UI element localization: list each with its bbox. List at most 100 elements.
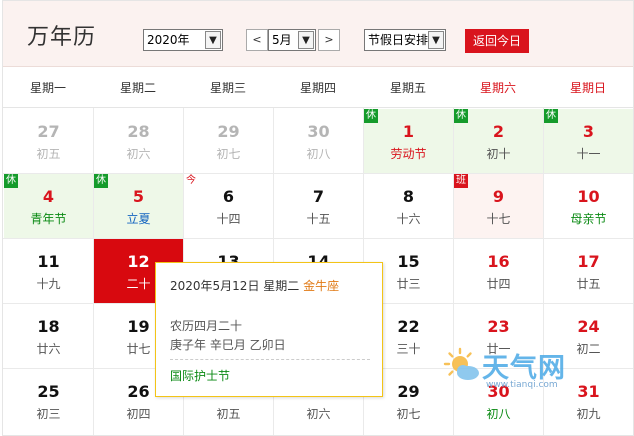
calendar-day[interactable]: 休 5 立夏 (94, 174, 183, 238)
rest-badge: 休 (544, 109, 558, 123)
lunar-or-festival-label: 初四 (126, 407, 151, 421)
lunar-or-festival-label: 青年节 (30, 212, 67, 226)
grid-divider (3, 238, 633, 239)
day-number: 6 (222, 187, 235, 206)
calendar-day[interactable]: 10 母亲节 (544, 174, 633, 238)
chevron-down-icon: ▼ (205, 31, 221, 49)
day-number: 30 (307, 122, 330, 141)
calendar-day[interactable]: 16 廿四 (454, 239, 543, 303)
calendar-day[interactable]: 7 十五 (274, 174, 363, 238)
weekday-label: 星期四 (299, 81, 336, 95)
lunar-or-festival-label: 初三 (36, 407, 61, 421)
lunar-or-festival-label: 初七 (396, 407, 421, 421)
calendar-day[interactable]: 17 廿五 (544, 239, 633, 303)
weekday-label: 星期一 (29, 81, 66, 95)
lunar-or-festival-label: 初九 (576, 407, 601, 421)
day-number: 8 (402, 187, 415, 206)
calendar-day[interactable]: 29 初七 (184, 109, 273, 173)
return-today-button[interactable]: 返回今日 (465, 29, 529, 53)
lunar-or-festival-label: 十一 (576, 147, 601, 161)
month-select-value: 5月 (272, 33, 292, 47)
lunar-or-festival-label: 劳动节 (390, 147, 427, 161)
tooltip-divider (170, 359, 370, 360)
calendar-day[interactable]: 28 初六 (94, 109, 183, 173)
calendar-day[interactable]: 班 9 十七 (454, 174, 543, 238)
day-number: 17 (577, 252, 600, 271)
rest-badge: 休 (454, 109, 468, 123)
day-number: 23 (487, 317, 510, 336)
lunar-or-festival-label: 初六 (126, 147, 151, 161)
chevron-down-icon: ▼ (298, 31, 314, 49)
weekday-label: 星期三 (209, 81, 246, 95)
calendar-day[interactable]: 今 6 十四 (184, 174, 273, 238)
day-number: 3 (582, 122, 595, 141)
lunar-or-festival-label: 初五 (36, 147, 61, 161)
year-select-value: 2020年 (147, 33, 190, 47)
calendar-day[interactable]: 18 廿六 (4, 304, 93, 368)
day-number: 2 (492, 122, 505, 141)
sun-cloud-icon (443, 347, 479, 380)
weekday-header: 星期一 星期二 星期三 星期四 星期五 星期六 星期日 (3, 68, 633, 108)
day-number: 4 (42, 187, 55, 206)
day-number: 5 (132, 187, 145, 206)
day-number: 27 (37, 122, 60, 141)
calendar-day[interactable]: 休 2 初十 (454, 109, 543, 173)
calendar-day[interactable]: 8 十六 (364, 174, 453, 238)
day-number: 24 (577, 317, 600, 336)
holiday-select-value: 节假日安排 (368, 33, 429, 47)
day-number: 10 (577, 187, 600, 206)
lunar-or-festival-label: 立夏 (126, 212, 151, 226)
lunar-or-festival-label: 十九 (36, 277, 61, 291)
lunar-or-festival-label: 初五 (216, 407, 241, 421)
tooltip-date: 2020年5月12日 星期二 (170, 279, 300, 293)
rest-badge: 休 (4, 174, 18, 188)
watermark-url: www.tianqi.com (486, 380, 558, 390)
lunar-or-festival-label: 廿五 (576, 277, 601, 291)
lunar-or-festival-label: 初八 (486, 407, 511, 421)
date-tooltip: 2020年5月12日 星期二 金牛座 农历四月二十 庚子年 辛巳月 乙卯日 国际… (155, 262, 383, 397)
tooltip-zodiac: 金牛座 (303, 279, 340, 293)
lunar-or-festival-label: 初八 (306, 147, 331, 161)
day-number: 16 (487, 252, 510, 271)
prev-month-button[interactable]: < (246, 29, 268, 51)
lunar-or-festival-label: 初六 (306, 407, 331, 421)
page-title: 万年历 (27, 25, 97, 50)
weekday-label: 星期六 (479, 81, 516, 95)
weekday-label: 星期二 (119, 81, 156, 95)
grid-divider (3, 173, 633, 174)
day-number: 1 (402, 122, 415, 141)
lunar-or-festival-label: 廿四 (486, 277, 511, 291)
year-select[interactable]: 2020年 ▼ (143, 29, 223, 51)
lunar-or-festival-label: 十四 (216, 212, 241, 226)
rest-badge: 休 (364, 109, 378, 123)
tooltip-lunar: 农历四月二十 (170, 319, 243, 333)
next-month-button[interactable]: > (318, 29, 340, 51)
watermark: 天气网 www.tianqi.com (442, 346, 592, 392)
calendar-day[interactable]: 休 1 劳动节 (364, 109, 453, 173)
day-number: 9 (492, 187, 505, 206)
day-number: 29 (217, 122, 240, 141)
lunar-or-festival-label: 十七 (486, 212, 511, 226)
day-number: 7 (312, 187, 325, 206)
weekday-label: 星期五 (389, 81, 426, 95)
lunar-or-festival-label: 初十 (486, 147, 511, 161)
tooltip-date-line: 2020年5月12日 星期二 金牛座 (170, 277, 370, 296)
calendar-day[interactable]: 27 初五 (4, 109, 93, 173)
day-number: 18 (37, 317, 60, 336)
day-number: 25 (37, 382, 60, 401)
workday-badge: 班 (454, 174, 468, 188)
tooltip-ganzhi: 庚子年 辛巳月 乙卯日 (170, 338, 286, 352)
calendar-day[interactable]: 11 十九 (4, 239, 93, 303)
month-select[interactable]: 5月 ▼ (268, 29, 316, 51)
calendar-header: 万年历 2020年 ▼ < 5月 ▼ > 节假日安排 ▼ 返回今日 (3, 1, 633, 67)
calendar-day[interactable]: 25 初三 (4, 369, 93, 433)
calendar-day[interactable]: 休 3 十一 (544, 109, 633, 173)
day-number: 28 (127, 122, 150, 141)
day-number: 11 (37, 252, 60, 271)
calendar-day[interactable]: 30 初八 (274, 109, 363, 173)
calendar-day[interactable]: 休 4 青年节 (4, 174, 93, 238)
lunar-or-festival-label: 母亲节 (570, 212, 607, 226)
lunar-or-festival-label: 十六 (396, 212, 421, 226)
tooltip-festival: 国际护士节 (170, 369, 231, 383)
holiday-select[interactable]: 节假日安排 ▼ (364, 29, 446, 51)
